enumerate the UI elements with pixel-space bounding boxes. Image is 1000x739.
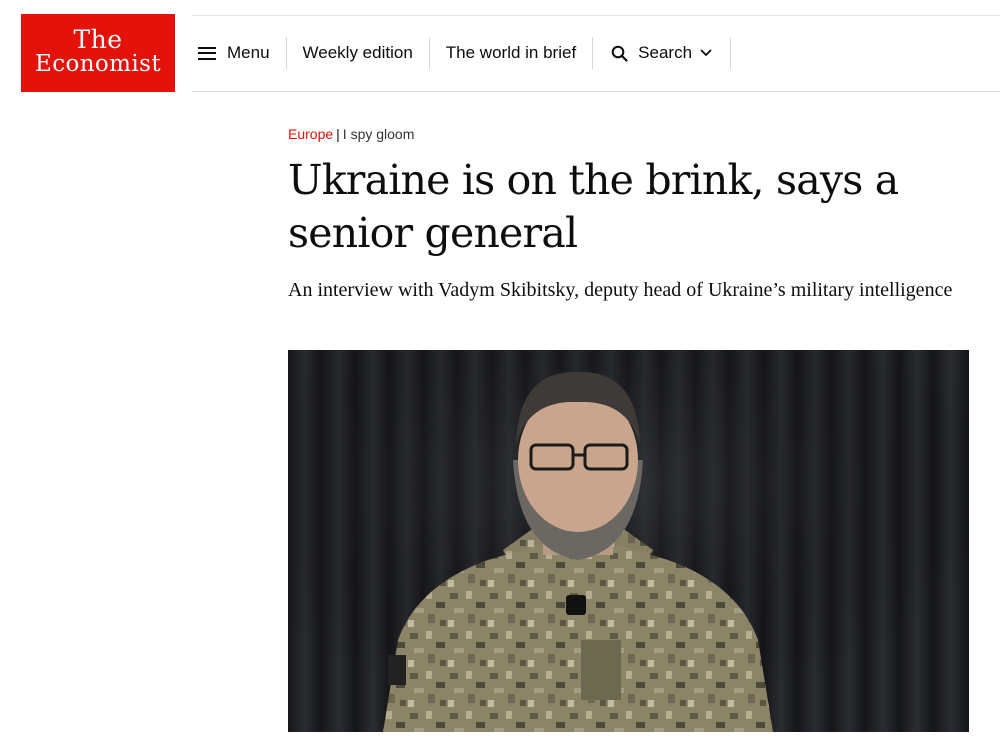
- menu-label: Menu: [227, 43, 270, 62]
- article-kicker: Europe | I spy gloom: [288, 126, 414, 142]
- menu-button[interactable]: Menu: [192, 37, 286, 69]
- search-icon: [611, 45, 628, 62]
- weekly-edition-link[interactable]: Weekly edition: [287, 37, 429, 69]
- header-top-rule: [192, 15, 1000, 16]
- main-navigation: Menu Weekly edition The world in brief S…: [192, 37, 732, 69]
- fly-title: I spy gloom: [342, 126, 415, 142]
- chevron-down-icon: [700, 49, 712, 57]
- world-in-brief-label: The world in brief: [445, 43, 577, 62]
- logo-line-2: Economist: [35, 51, 161, 77]
- nav-divider: [730, 37, 732, 69]
- header-bottom-rule: [192, 91, 1000, 92]
- article-rubric: An interview with Vadym Skibitsky, deput…: [288, 279, 953, 301]
- search-label: Search: [638, 43, 693, 62]
- search-button[interactable]: Search: [593, 37, 730, 69]
- lead-image-illustration: [288, 350, 969, 732]
- menu-icon: [198, 46, 216, 60]
- logo-line-1: The: [73, 25, 123, 54]
- weekly-edition-label: Weekly edition: [302, 43, 413, 62]
- section-link[interactable]: Europe: [288, 126, 333, 142]
- world-in-brief-link[interactable]: The world in brief: [430, 37, 592, 69]
- article-lead-image: [288, 350, 969, 732]
- economist-logo[interactable]: The Economist: [21, 14, 175, 92]
- article-headline: Ukraine is on the brink, says a senior g…: [288, 156, 899, 257]
- page: The Economist Menu Weekly edition The wo…: [0, 0, 1000, 739]
- kicker-separator: |: [336, 126, 340, 142]
